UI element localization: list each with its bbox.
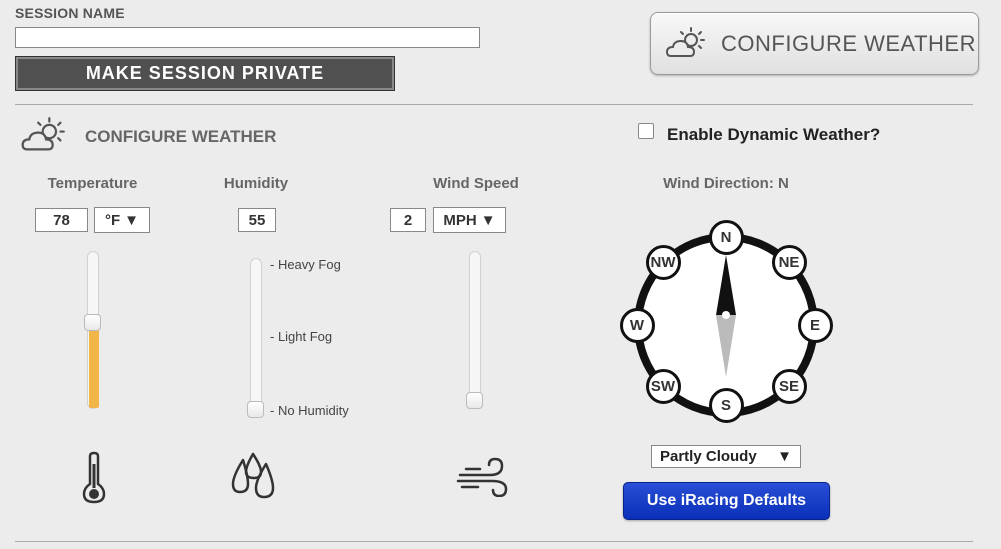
- make-session-private-button[interactable]: MAKE SESSION PRIVATE: [15, 56, 395, 91]
- partly-cloudy-icon: [21, 117, 65, 151]
- temperature-heading: Temperature: [47, 175, 138, 192]
- session-name-label: SESSION NAME: [15, 5, 125, 21]
- humidity-slider-thumb[interactable]: [247, 401, 264, 418]
- wind-speed-heading: Wind Speed: [433, 175, 519, 192]
- chevron-down-icon: ▼: [480, 211, 496, 229]
- chevron-down-icon: ▼: [124, 211, 140, 229]
- humidity-level-no-humidity: - No Humidity: [270, 403, 349, 418]
- wind-direction-nw-button[interactable]: NW: [645, 244, 681, 280]
- use-iracing-defaults-button[interactable]: Use iRacing Defaults: [623, 482, 830, 520]
- temperature-unit-label: °F: [104, 211, 121, 229]
- partly-cloudy-icon: [665, 26, 705, 57]
- temperature-unit-select[interactable]: °F ▼: [94, 207, 150, 233]
- wind-direction-e-button[interactable]: E: [797, 307, 833, 343]
- sky-condition-value: Partly Cloudy: [660, 448, 757, 465]
- divider-bottom: [15, 541, 973, 542]
- thermometer-icon: [82, 451, 106, 504]
- water-drops-icon: [231, 452, 275, 499]
- wind-speed-value[interactable]: 2: [390, 208, 426, 232]
- temperature-value[interactable]: 78: [35, 208, 88, 232]
- wind-direction-n-button[interactable]: N: [708, 219, 744, 255]
- dynamic-weather-checkbox[interactable]: [638, 123, 654, 139]
- configure-weather-button[interactable]: CONFIGURE WEATHER: [650, 12, 979, 75]
- wind-speed-unit-select[interactable]: MPH ▼: [433, 207, 506, 233]
- temperature-slider-thumb[interactable]: [84, 314, 101, 332]
- humidity-level-light-fog: - Light Fog: [270, 329, 333, 344]
- compass: N NE E SE S SW W NW: [619, 219, 833, 425]
- configure-weather-button-label: CONFIGURE WEATHER: [721, 30, 976, 56]
- wind-icon: [456, 457, 508, 497]
- wind-direction-heading: Wind Direction: N: [663, 175, 789, 192]
- wind-speed-unit-label: MPH: [443, 211, 477, 229]
- wind-direction-w-button[interactable]: W: [619, 307, 655, 343]
- sky-condition-select[interactable]: Partly Cloudy ▼: [651, 445, 801, 468]
- wind-speed-slider-thumb[interactable]: [466, 392, 483, 409]
- humidity-heading: Humidity: [223, 175, 289, 192]
- temperature-slider-fill: [89, 323, 99, 408]
- wind-direction-se-button[interactable]: SE: [771, 368, 807, 404]
- dynamic-weather-label: Enable Dynamic Weather?: [667, 125, 881, 144]
- chevron-down-icon: ▼: [777, 448, 792, 465]
- divider-top: [15, 104, 973, 105]
- wind-direction-s-button[interactable]: S: [708, 387, 744, 423]
- wind-speed-slider-track[interactable]: [469, 251, 481, 409]
- humidity-level-heavy-fog: - Heavy Fog: [270, 257, 341, 272]
- session-name-input[interactable]: [15, 27, 480, 48]
- humidity-slider-track[interactable]: [250, 258, 262, 418]
- wind-direction-sw-button[interactable]: SW: [645, 368, 681, 404]
- humidity-value[interactable]: 55: [238, 208, 276, 232]
- section-title: CONFIGURE WEATHER: [85, 127, 277, 146]
- wind-direction-ne-button[interactable]: NE: [771, 244, 807, 280]
